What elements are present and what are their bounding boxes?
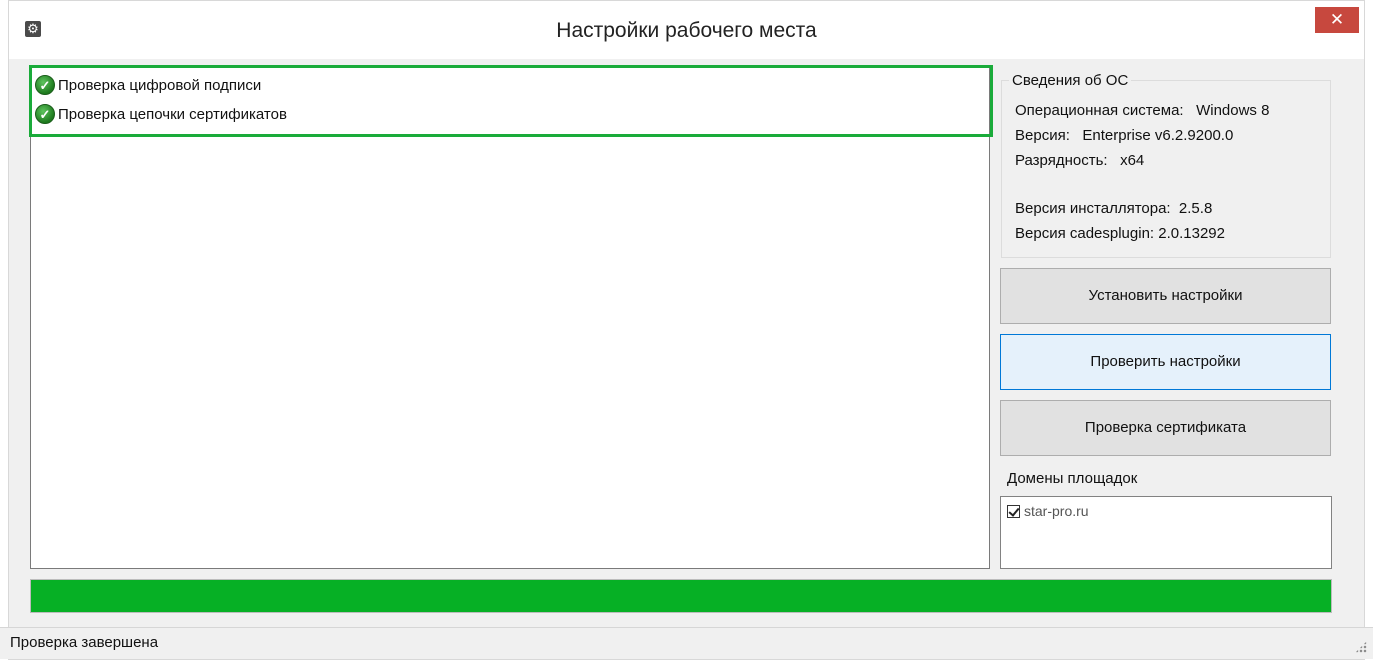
installer-version-line: Версия инсталлятора: 2.5.8 <box>1015 200 1213 217</box>
log-item: ✓ Проверка цепочки сертификатов <box>35 102 287 126</box>
window-title: Настройки рабочего места <box>556 19 817 42</box>
title-bar: ⚙ Настройки рабочего места ✕ <box>9 1 1364 59</box>
domain-label: star-pro.ru <box>1024 503 1089 519</box>
os-bitness-line: Разрядность: x64 <box>1015 152 1145 169</box>
domains-label: Домены площадок <box>1007 470 1138 487</box>
log-item: ✓ Проверка цифровой подписи <box>35 73 261 97</box>
log-item-label: Проверка цифровой подписи <box>58 76 262 94</box>
status-text: Проверка завершена <box>10 634 159 651</box>
progress-fill <box>31 580 1331 612</box>
os-version-line: Версия: Enterprise v6.2.9200.0 <box>1015 127 1234 144</box>
progress-bar <box>30 579 1332 613</box>
domain-checkbox[interactable] <box>1007 504 1020 518</box>
domains-list: star-pro.ru <box>1000 496 1332 569</box>
os-info-legend: Сведения об ОС <box>1009 72 1132 89</box>
close-button[interactable]: ✕ <box>1315 7 1359 33</box>
check-badge-icon: ✓ <box>35 75 55 95</box>
install-settings-button[interactable]: Установить настройки <box>1000 268 1331 324</box>
check-log-list: ✓ Проверка цифровой подписи ✓ Проверка ц… <box>29 65 993 569</box>
status-bar: Проверка завершена <box>0 627 1373 659</box>
check-certificate-button[interactable]: Проверка сертификата <box>1000 400 1331 456</box>
resize-grip-icon[interactable] <box>1355 641 1367 653</box>
check-badge-icon: ✓ <box>35 104 55 124</box>
cadesplugin-version-line: Версия cadesplugin: 2.0.13292 <box>1015 225 1225 242</box>
os-name-line: Операционная система: Windows 8 <box>1015 102 1270 119</box>
log-item-label: Проверка цепочки сертификатов <box>58 105 287 123</box>
domain-item[interactable]: star-pro.ru <box>1007 503 1089 519</box>
check-settings-button[interactable]: Проверить настройки <box>1000 334 1331 390</box>
